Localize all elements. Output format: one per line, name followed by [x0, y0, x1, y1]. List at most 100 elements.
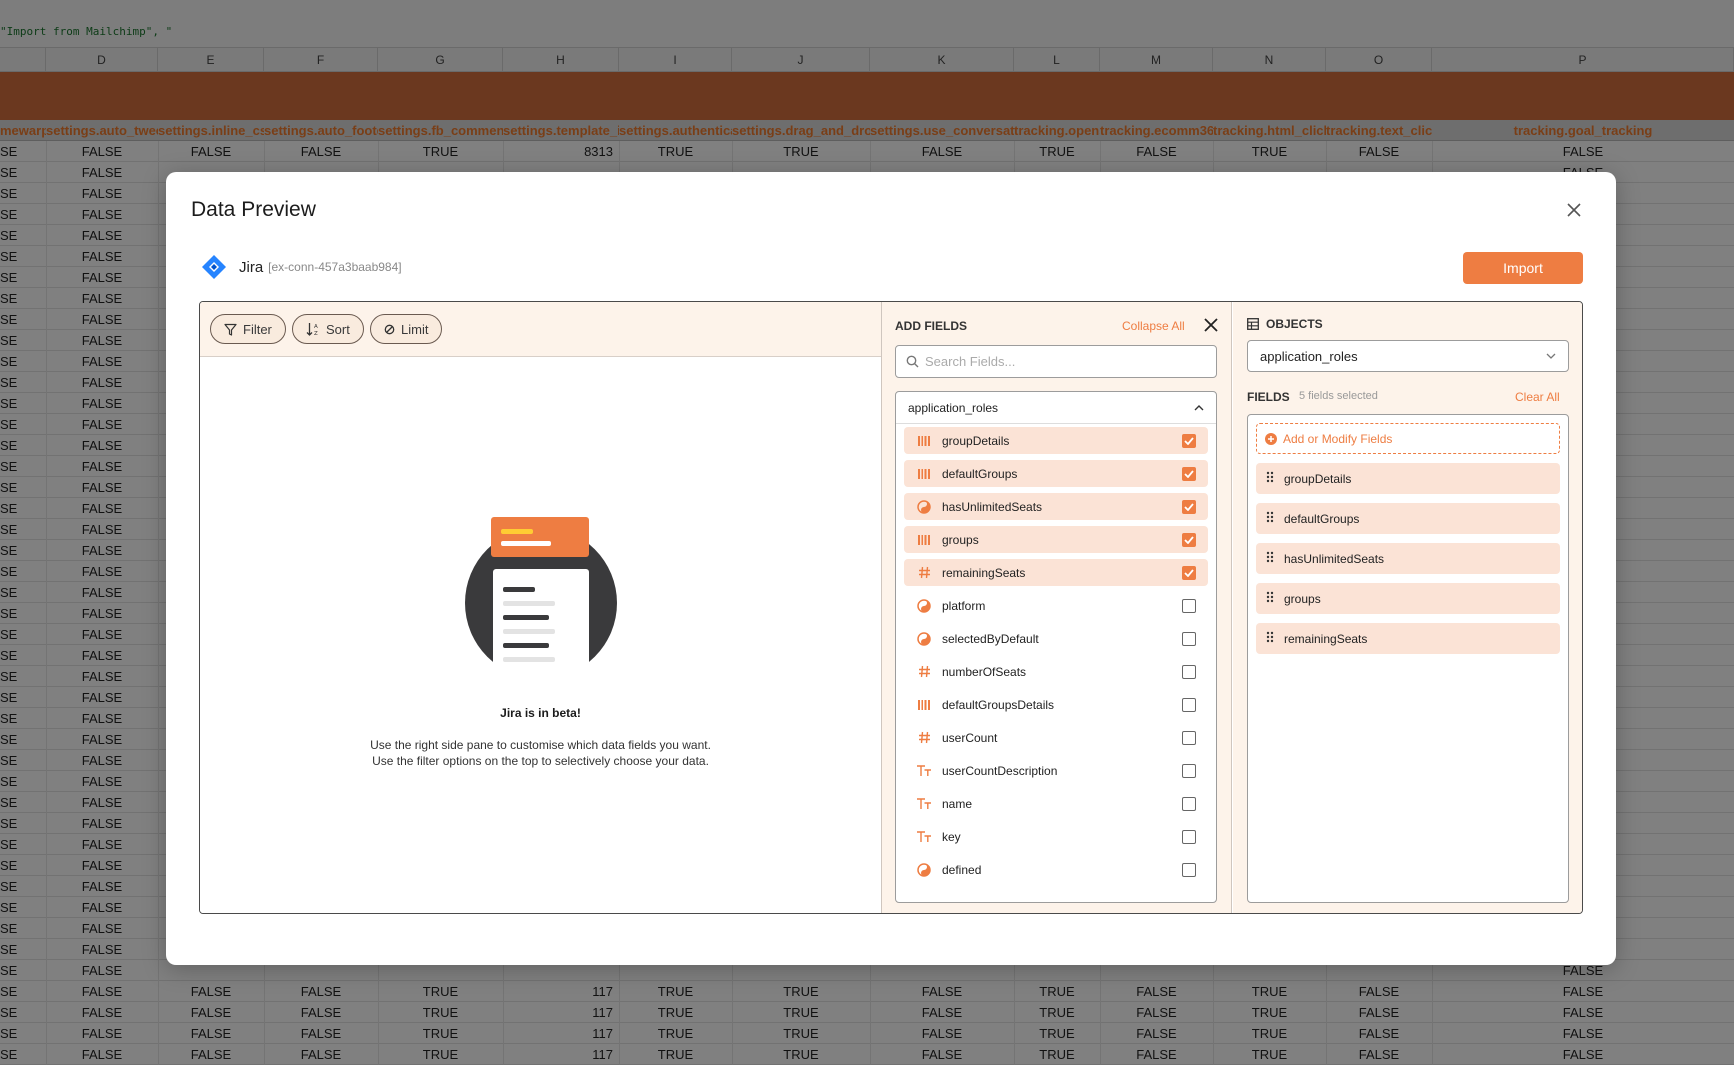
- table-cell[interactable]: FALSE: [1326, 1002, 1432, 1023]
- table-cell[interactable]: SE: [0, 540, 46, 561]
- formula-bar[interactable]: "Import from Mailchimp", ": [0, 0, 1734, 48]
- selected-field-groups[interactable]: groups: [1256, 583, 1560, 614]
- table-cell[interactable]: TRUE: [732, 1044, 870, 1065]
- table-cell[interactable]: SE: [0, 330, 46, 351]
- field-header-cell[interactable]: tracking.goal_tracking: [1432, 120, 1734, 141]
- table-cell[interactable]: FALSE: [870, 141, 1014, 162]
- table-cell[interactable]: SE: [0, 519, 46, 540]
- table-cell[interactable]: SE: [0, 204, 46, 225]
- table-cell[interactable]: TRUE: [378, 1023, 503, 1044]
- field-checkbox[interactable]: [1182, 466, 1196, 481]
- table-cell[interactable]: FALSE: [46, 435, 158, 456]
- table-cell[interactable]: 117: [503, 981, 613, 1002]
- table-cell[interactable]: FALSE: [46, 288, 158, 309]
- field-header-cell[interactable]: mewarp: [0, 120, 46, 141]
- table-cell[interactable]: SE: [0, 498, 46, 519]
- drag-handle-icon[interactable]: [1266, 511, 1274, 526]
- column-header[interactable]: P: [1432, 48, 1734, 72]
- field-item-defined[interactable]: defined: [904, 856, 1208, 883]
- table-cell[interactable]: TRUE: [378, 1002, 503, 1023]
- table-cell[interactable]: FALSE: [46, 246, 158, 267]
- field-header-cell[interactable]: settings.drag_and_drop: [732, 120, 870, 141]
- table-cell[interactable]: FALSE: [870, 1023, 1014, 1044]
- table-cell[interactable]: FALSE: [46, 1002, 158, 1023]
- table-cell[interactable]: SE: [0, 225, 46, 246]
- table-cell[interactable]: FALSE: [46, 750, 158, 771]
- column-header[interactable]: [0, 48, 46, 72]
- table-cell[interactable]: FALSE: [46, 498, 158, 519]
- table-cell[interactable]: SE: [0, 1044, 46, 1065]
- table-cell[interactable]: TRUE: [619, 981, 732, 1002]
- table-cell[interactable]: FALSE: [46, 540, 158, 561]
- field-item-groupDetails[interactable]: groupDetails: [904, 427, 1208, 454]
- table-cell[interactable]: SE: [0, 813, 46, 834]
- table-cell[interactable]: FALSE: [46, 183, 158, 204]
- table-cell[interactable]: FALSE: [1326, 141, 1432, 162]
- table-cell[interactable]: SE: [0, 708, 46, 729]
- table-cell[interactable]: TRUE: [1014, 1023, 1100, 1044]
- table-cell[interactable]: FALSE: [46, 918, 158, 939]
- drag-handle-icon[interactable]: [1266, 631, 1274, 646]
- column-header[interactable]: F: [264, 48, 378, 72]
- table-cell[interactable]: SE: [0, 1023, 46, 1044]
- table-cell[interactable]: FALSE: [1326, 1044, 1432, 1065]
- table-cell[interactable]: SE: [0, 393, 46, 414]
- table-cell[interactable]: TRUE: [1213, 1002, 1326, 1023]
- field-item-selectedByDefault[interactable]: selectedByDefault: [904, 625, 1208, 652]
- table-cell[interactable]: FALSE: [46, 960, 158, 981]
- field-checkbox[interactable]: [1182, 796, 1196, 811]
- table-cell[interactable]: TRUE: [619, 141, 732, 162]
- table-cell[interactable]: FALSE: [1100, 141, 1213, 162]
- table-cell[interactable]: FALSE: [46, 372, 158, 393]
- table-cell[interactable]: SE: [0, 645, 46, 666]
- field-item-remainingSeats[interactable]: remainingSeats: [904, 559, 1208, 586]
- table-cell[interactable]: FALSE: [1100, 1023, 1213, 1044]
- table-cell[interactable]: SE: [0, 1002, 46, 1023]
- table-cell[interactable]: FALSE: [46, 897, 158, 918]
- field-header-cell[interactable]: settings.authenticate: [619, 120, 732, 141]
- table-cell[interactable]: FALSE: [1100, 1002, 1213, 1023]
- column-header[interactable]: D: [46, 48, 158, 72]
- table-cell[interactable]: FALSE: [46, 204, 158, 225]
- table-cell[interactable]: TRUE: [732, 981, 870, 1002]
- table-cell[interactable]: SE: [0, 246, 46, 267]
- field-item-hasUnlimitedSeats[interactable]: hasUnlimitedSeats: [904, 493, 1208, 520]
- column-header[interactable]: J: [732, 48, 870, 72]
- table-cell[interactable]: SE: [0, 666, 46, 687]
- table-cell[interactable]: FALSE: [1100, 1044, 1213, 1065]
- table-cell[interactable]: FALSE: [46, 1023, 158, 1044]
- table-cell[interactable]: SE: [0, 267, 46, 288]
- import-button[interactable]: Import: [1463, 252, 1583, 284]
- filter-button[interactable]: Filter: [210, 314, 286, 344]
- column-header[interactable]: H: [503, 48, 619, 72]
- table-cell[interactable]: SE: [0, 792, 46, 813]
- table-cell[interactable]: FALSE: [1326, 1023, 1432, 1044]
- field-header-cell[interactable]: settings.auto_footer: [264, 120, 378, 141]
- table-cell[interactable]: FALSE: [264, 1044, 378, 1065]
- chevron-up-icon[interactable]: [1194, 404, 1204, 411]
- column-header[interactable]: O: [1326, 48, 1432, 72]
- sort-button[interactable]: AZ Sort: [292, 314, 364, 344]
- table-cell[interactable]: SE: [0, 561, 46, 582]
- table-cell[interactable]: FALSE: [46, 771, 158, 792]
- table-cell[interactable]: TRUE: [1014, 981, 1100, 1002]
- table-cell[interactable]: TRUE: [1014, 141, 1100, 162]
- close-icon[interactable]: [1562, 198, 1586, 222]
- column-header[interactable]: K: [870, 48, 1014, 72]
- table-cell[interactable]: FALSE: [46, 1044, 158, 1065]
- field-header-cell[interactable]: settings.use_conversation: [870, 120, 1014, 141]
- table-cell[interactable]: SE: [0, 351, 46, 372]
- table-cell[interactable]: 117: [503, 1044, 613, 1065]
- selected-field-defaultGroups[interactable]: defaultGroups: [1256, 503, 1560, 534]
- table-cell[interactable]: SE: [0, 309, 46, 330]
- table-cell[interactable]: FALSE: [158, 981, 264, 1002]
- table-cell[interactable]: TRUE: [1014, 1044, 1100, 1065]
- table-cell[interactable]: SE: [0, 918, 46, 939]
- table-cell[interactable]: SE: [0, 183, 46, 204]
- search-input[interactable]: [925, 354, 1195, 369]
- field-item-platform[interactable]: platform: [904, 592, 1208, 619]
- table-cell[interactable]: FALSE: [46, 477, 158, 498]
- table-cell[interactable]: TRUE: [1213, 141, 1326, 162]
- table-cell[interactable]: FALSE: [46, 414, 158, 435]
- field-checkbox[interactable]: [1182, 829, 1196, 844]
